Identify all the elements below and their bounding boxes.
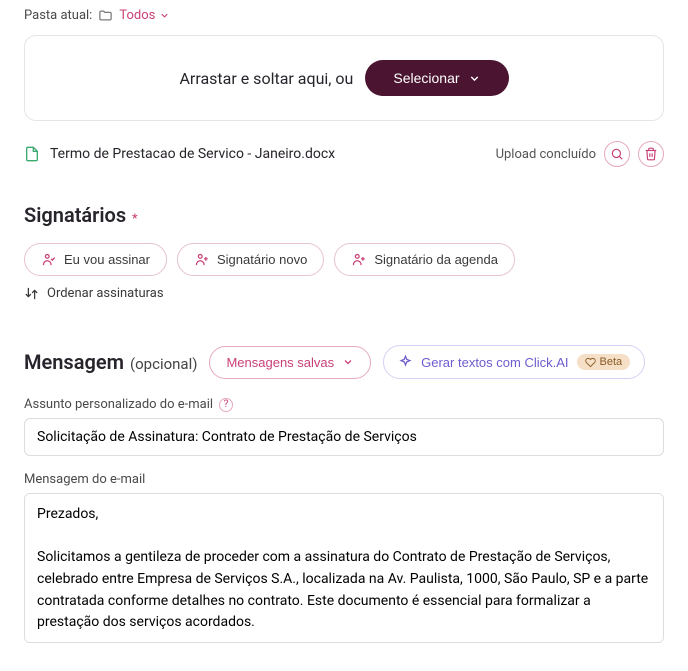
folder-label: Pasta atual: [24, 8, 92, 23]
folder-selector[interactable]: Todos [119, 8, 170, 23]
signatories-title: Signatários * [24, 203, 664, 227]
uploaded-file-row: Termo de Prestacao de Servico - Janeiro.… [24, 141, 664, 167]
select-file-button[interactable]: Selecionar [365, 60, 508, 96]
folder-name: Todos [119, 8, 155, 23]
select-button-label: Selecionar [393, 70, 459, 86]
message-optional: (opcional) [130, 355, 197, 373]
agenda-signatory-button[interactable]: Signatário da agenda [334, 243, 515, 276]
chevron-down-icon [159, 10, 170, 21]
signatories-heading: Signatários [24, 203, 126, 227]
i-will-sign-button[interactable]: Eu vou assinar [24, 243, 167, 276]
chevron-down-icon [342, 356, 354, 368]
body-label-text: Mensagem do e-mail [24, 472, 145, 487]
document-icon [24, 145, 40, 163]
message-title: Mensagem (opcional) [24, 350, 197, 374]
folder-breadcrumb: Pasta atual: Todos [24, 8, 664, 23]
subject-label-text: Assunto personalizado do e-mail [24, 397, 213, 412]
message-heading: Mensagem [24, 350, 124, 374]
folder-icon [98, 8, 113, 23]
dropzone[interactable]: Arrastar e soltar aqui, ou Selecionar [24, 35, 664, 121]
beta-badge: Beta [577, 354, 631, 370]
pill-label: Signatário da agenda [374, 252, 498, 267]
order-label: Ordenar assinaturas [47, 286, 164, 301]
subject-input[interactable] [24, 418, 664, 456]
ai-label: Gerar textos com Click.AI [421, 355, 568, 370]
pill-label: Signatário novo [217, 252, 307, 267]
chevron-down-icon [468, 72, 481, 85]
upload-status: Upload concluído [496, 147, 596, 162]
subject-label: Assunto personalizado do e-mail ? [24, 397, 664, 412]
message-header: Mensagem (opcional) Mensagens salvas Ger… [24, 345, 664, 379]
dropzone-text: Arrastar e soltar aqui, ou [179, 69, 353, 88]
body-label: Mensagem do e-mail [24, 472, 664, 487]
new-signatory-button[interactable]: Signatário novo [177, 243, 324, 276]
signatories-buttons: Eu vou assinar Signatário novo Signatári… [24, 243, 664, 301]
pill-label: Eu vou assinar [64, 252, 150, 267]
required-indicator: * [132, 211, 137, 225]
saved-messages-label: Mensagens salvas [226, 355, 334, 370]
file-name: Termo de Prestacao de Servico - Janeiro.… [50, 146, 335, 162]
generate-ai-button[interactable]: Gerar textos com Click.AI Beta [383, 345, 645, 379]
delete-button[interactable] [638, 141, 664, 167]
help-icon[interactable]: ? [219, 398, 233, 412]
body-textarea[interactable] [24, 493, 664, 643]
order-signatures-button[interactable]: Ordenar assinaturas [24, 286, 164, 301]
preview-button[interactable] [604, 141, 630, 167]
beta-text: Beta [600, 356, 623, 368]
saved-messages-button[interactable]: Mensagens salvas [209, 346, 371, 379]
